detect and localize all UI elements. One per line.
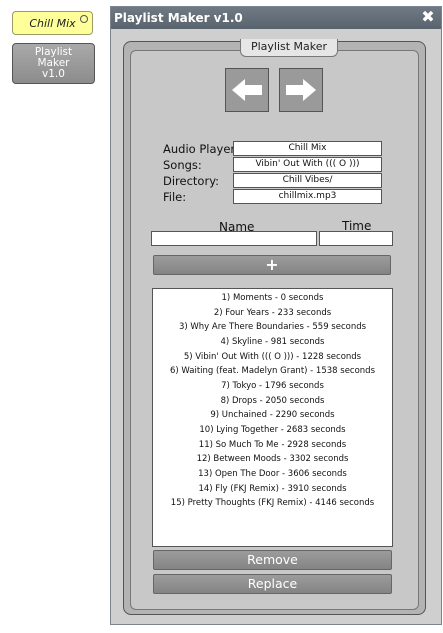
add-button[interactable]: + (153, 255, 391, 275)
songs-label: Songs: (163, 158, 202, 172)
playlist-listbox[interactable]: 1) Moments - 0 seconds 2) Four Years - 2… (152, 288, 393, 547)
right-arrow-icon (286, 79, 316, 101)
remove-button[interactable]: Remove (153, 550, 392, 570)
audio-player-field[interactable]: Chill Mix (233, 141, 382, 156)
panel-tab-label: Playlist Maker (240, 39, 338, 57)
window-title: Playlist Maker v1.0 (114, 11, 243, 25)
list-item[interactable]: 9) Unchained - 2290 seconds (153, 410, 392, 420)
list-item[interactable]: 13) Open The Door - 3606 seconds (153, 469, 392, 479)
playlist-maker-dock-item[interactable]: Playlist Maker v1.0 (12, 43, 95, 84)
list-item[interactable]: 7) Tokyo - 1796 seconds (153, 381, 392, 391)
list-item[interactable]: 8) Drops - 2050 seconds (153, 396, 392, 406)
directory-field[interactable]: Chill Vibes/ (233, 173, 382, 188)
forward-button[interactable] (279, 68, 323, 112)
list-item[interactable]: 15) Pretty Thoughts (FKJ Remix) - 4146 s… (153, 498, 392, 508)
name-input[interactable] (151, 231, 317, 246)
list-item[interactable]: 14) Fly (FKJ Remix) - 3910 seconds (153, 484, 392, 494)
window-titlebar[interactable]: Playlist Maker v1.0 ✖ (111, 7, 441, 29)
directory-label: Directory: (163, 174, 220, 188)
list-item[interactable]: 12) Between Moods - 3302 seconds (153, 454, 392, 464)
list-item[interactable]: 4) Skyline - 981 seconds (153, 337, 392, 347)
playlist-maker-dock-label: Playlist Maker v1.0 (34, 46, 73, 80)
status-indicator-icon (80, 15, 88, 23)
list-item[interactable]: 5) Vibin' Out With ((( O ))) - 1228 seco… (153, 352, 392, 362)
list-item[interactable]: 2) Four Years - 233 seconds (153, 308, 392, 318)
time-input[interactable] (319, 231, 393, 246)
list-item[interactable]: 3) Why Are There Boundaries - 559 second… (153, 322, 392, 332)
replace-button[interactable]: Replace (153, 574, 392, 594)
chill-mix-dock-item[interactable]: Chill Mix (12, 11, 93, 35)
songs-field[interactable]: Vibin' Out With ((( O ))) (233, 157, 382, 172)
list-item[interactable]: 1) Moments - 0 seconds (153, 293, 392, 303)
list-item[interactable]: 10) Lying Together - 2683 seconds (153, 425, 392, 435)
file-label: File: (163, 190, 187, 204)
back-button[interactable] (225, 68, 269, 112)
plus-icon: + (265, 255, 279, 274)
chill-mix-label: Chill Mix (29, 16, 76, 30)
left-arrow-icon (232, 79, 262, 101)
file-field[interactable]: chillmix.mp3 (233, 189, 382, 204)
close-icon[interactable]: ✖ (421, 9, 435, 25)
audio-player-label: Audio Player: (163, 142, 239, 156)
list-item[interactable]: 6) Waiting (feat. Madelyn Grant) - 1538 … (153, 366, 392, 376)
list-item[interactable]: 11) So Much To Me - 2928 seconds (153, 440, 392, 450)
